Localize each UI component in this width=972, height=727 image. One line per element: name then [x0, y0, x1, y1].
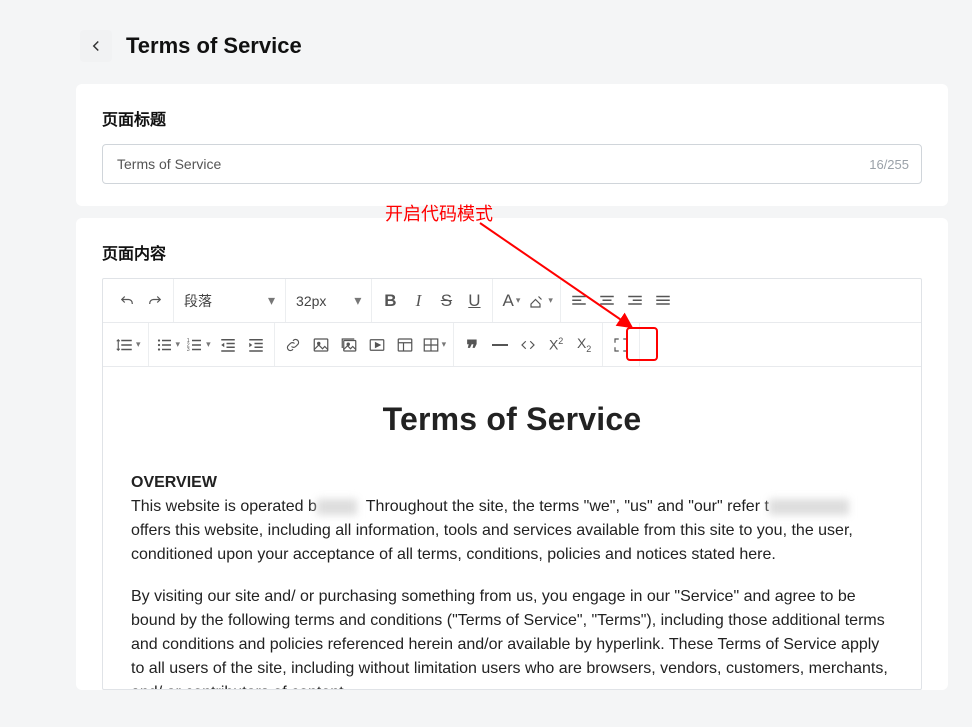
fontsize-select[interactable]: 32px▾	[290, 287, 367, 315]
redacted-text	[769, 499, 849, 515]
strikethrough-button[interactable]: S	[432, 287, 460, 315]
italic-button[interactable]: I	[404, 287, 432, 315]
redo-button[interactable]	[141, 287, 169, 315]
code-button[interactable]	[514, 331, 542, 359]
align-center-button[interactable]	[593, 287, 621, 315]
content-paragraph-1: OVERVIEW This website is operated b Thro…	[131, 471, 893, 567]
multi-image-button[interactable]	[335, 331, 363, 359]
undo-button[interactable]	[113, 287, 141, 315]
editor-toolbar-row1: 段落▾ 32px▾ B I S U A	[103, 279, 921, 323]
subscript-button[interactable]: X2	[570, 331, 598, 359]
overview-label: OVERVIEW	[131, 474, 217, 491]
align-right-button[interactable]	[621, 287, 649, 315]
paragraph-select[interactable]: 段落▾	[178, 287, 281, 315]
outdent-button[interactable]	[214, 331, 242, 359]
editor-content-area[interactable]: Terms of Service OVERVIEW This website i…	[103, 367, 921, 689]
superscript-button[interactable]: X2	[542, 331, 570, 359]
layout-button[interactable]	[391, 331, 419, 359]
blockquote-button[interactable]: ❞	[458, 331, 486, 359]
highlight-color-button[interactable]	[525, 287, 556, 315]
align-justify-button[interactable]	[649, 287, 677, 315]
underline-button[interactable]: U	[460, 287, 488, 315]
table-button[interactable]	[419, 331, 450, 359]
content-field-label: 页面内容	[102, 240, 922, 264]
title-input[interactable]	[115, 155, 869, 173]
indent-button[interactable]	[242, 331, 270, 359]
align-left-button[interactable]	[565, 287, 593, 315]
editor-toolbar-row2: 123 ❞ X2 X2	[103, 323, 921, 367]
video-button[interactable]	[363, 331, 391, 359]
image-button[interactable]	[307, 331, 335, 359]
unordered-list-button[interactable]	[153, 331, 184, 359]
fullscreen-button[interactable]	[607, 331, 635, 359]
svg-text:3: 3	[187, 347, 190, 353]
title-card: 页面标题 16/255	[76, 84, 948, 206]
rich-text-editor: 段落▾ 32px▾ B I S U A	[102, 278, 922, 690]
redacted-text	[317, 499, 357, 515]
bold-button[interactable]: B	[376, 287, 404, 315]
content-heading: Terms of Service	[131, 395, 893, 443]
title-field-label: 页面标题	[102, 106, 922, 130]
back-button[interactable]	[80, 30, 112, 62]
link-button[interactable]	[279, 331, 307, 359]
title-char-count: 16/255	[869, 157, 909, 172]
horizontal-rule-button[interactable]	[486, 331, 514, 359]
ordered-list-button[interactable]: 123	[183, 331, 214, 359]
content-card: 页面内容 段落▾ 32px▾ B I S U A	[76, 218, 948, 690]
title-input-wrap: 16/255	[102, 144, 922, 184]
page-title: Terms of Service	[126, 33, 302, 59]
content-paragraph-2: By visiting our site and/ or purchasing …	[131, 585, 893, 689]
line-height-button[interactable]	[113, 331, 144, 359]
font-color-button[interactable]: A	[497, 287, 525, 315]
page-header: Terms of Service	[0, 0, 972, 72]
